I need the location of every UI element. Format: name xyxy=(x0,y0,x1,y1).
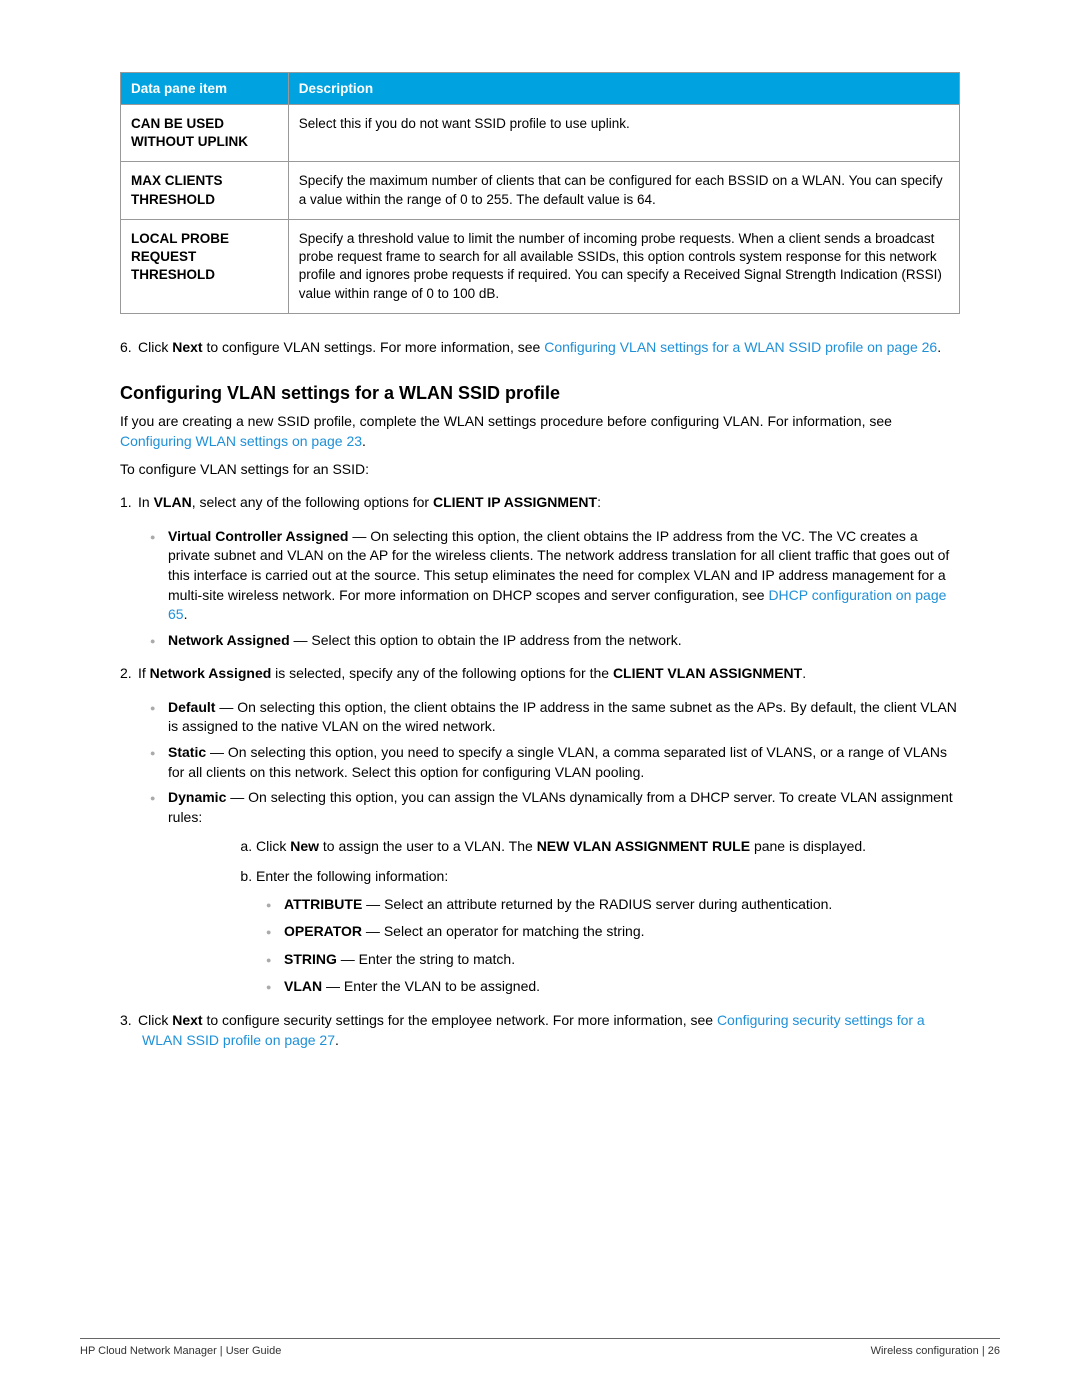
footer-right: Wireless configuration | 26 xyxy=(871,1345,1000,1357)
table-row: LOCAL PROBE REQUEST THRESHOLD Specify a … xyxy=(121,219,960,313)
row-desc: Specify a threshold value to limit the n… xyxy=(288,219,959,313)
step-number: 2. xyxy=(120,664,138,684)
text: On selecting this option, the client obt… xyxy=(168,699,957,735)
section-heading: Configuring VLAN settings for a WLAN SSI… xyxy=(120,383,960,404)
text: Click xyxy=(138,1012,172,1028)
data-pane-table: Data pane item Description CAN BE USED W… xyxy=(120,72,960,314)
list-item: Virtual Controller Assigned — On selecti… xyxy=(168,527,960,625)
text: Select this option to obtain the IP addr… xyxy=(311,632,681,648)
text: If you are creating a new SSID profile, … xyxy=(120,413,892,429)
row-desc: Specify the maximum number of clients th… xyxy=(288,162,959,219)
bold-text: ATTRIBUTE xyxy=(284,896,362,912)
bold-text: Dynamic xyxy=(168,789,226,805)
list-item: Dynamic — On selecting this option, you … xyxy=(168,788,960,997)
document-page: Data pane item Description CAN BE USED W… xyxy=(0,0,1080,1397)
text: Select an attribute returned by the RADI… xyxy=(384,896,832,912)
list-item: ATTRIBUTE — Select an attribute returned… xyxy=(284,895,960,915)
text: to configure VLAN settings. For more inf… xyxy=(203,339,545,355)
list-item: OPERATOR — Select an operator for matchi… xyxy=(284,922,960,942)
text: — xyxy=(348,528,370,544)
row-desc: Select this if you do not want SSID prof… xyxy=(288,105,959,162)
step-6: 6.Click Next to configure VLAN settings.… xyxy=(142,338,960,358)
bold-text: Virtual Controller Assigned xyxy=(168,528,348,544)
sub-step-b: Enter the following information: ATTRIBU… xyxy=(256,867,960,997)
attribute-list: ATTRIBUTE — Select an attribute returned… xyxy=(256,895,960,997)
text: . xyxy=(937,339,941,355)
cross-ref-link[interactable]: Configuring WLAN settings on page 23 xyxy=(120,433,362,449)
step-number: 6. xyxy=(120,338,138,358)
step-number: 3. xyxy=(120,1011,138,1031)
text: — xyxy=(206,744,228,760)
cross-ref-link[interactable]: Configuring VLAN settings for a WLAN SSI… xyxy=(544,339,937,355)
bold-text: Static xyxy=(168,744,206,760)
text: Enter the string to match. xyxy=(359,951,515,967)
text: pane is displayed. xyxy=(750,838,866,854)
text: . xyxy=(802,665,806,681)
text: — xyxy=(215,699,237,715)
bold-text: CLIENT VLAN ASSIGNMENT xyxy=(613,665,802,681)
bold-text: Next xyxy=(172,1012,202,1028)
step-3: 3.Click Next to configure security setti… xyxy=(142,1011,960,1050)
text: — xyxy=(290,632,312,648)
table-row: CAN BE USED WITHOUT UPLINK Select this i… xyxy=(121,105,960,162)
list-item: STRING — Enter the string to match. xyxy=(284,950,960,970)
step2-bullets: Default — On selecting this option, the … xyxy=(120,698,960,997)
step-1: 1.In VLAN, select any of the following o… xyxy=(142,493,960,513)
text: On selecting this option, you need to sp… xyxy=(168,744,947,780)
text: : xyxy=(597,494,601,510)
text: . xyxy=(362,433,366,449)
text: — xyxy=(226,789,248,805)
text: , select any of the following options fo… xyxy=(192,494,433,510)
bold-text: Network Assigned xyxy=(168,632,290,648)
text: On selecting this option, you can assign… xyxy=(168,789,953,825)
list-item: Default — On selecting this option, the … xyxy=(168,698,960,737)
list-item: Static — On selecting this option, you n… xyxy=(168,743,960,782)
text: Enter the following information: xyxy=(256,868,448,884)
text: If xyxy=(138,665,150,681)
table-header-item: Data pane item xyxy=(121,73,289,105)
list-item: Network Assigned — Select this option to… xyxy=(168,631,960,651)
text: In xyxy=(138,494,154,510)
page-footer: HP Cloud Network Manager | User Guide Wi… xyxy=(80,1338,1000,1357)
step-number: 1. xyxy=(120,493,138,513)
footer-left: HP Cloud Network Manager | User Guide xyxy=(80,1345,281,1357)
row-label: CAN BE USED WITHOUT UPLINK xyxy=(121,105,289,162)
bold-text: VLAN xyxy=(154,494,192,510)
text: — xyxy=(322,978,344,994)
text: — xyxy=(337,951,359,967)
step1-bullets: Virtual Controller Assigned — On selecti… xyxy=(120,527,960,651)
bold-text: OPERATOR xyxy=(284,923,362,939)
bold-text: CLIENT IP ASSIGNMENT xyxy=(433,494,597,510)
bold-text: New xyxy=(290,838,319,854)
sub-steps: Click New to assign the user to a VLAN. … xyxy=(168,837,960,997)
sub-step-a: Click New to assign the user to a VLAN. … xyxy=(256,837,960,857)
text: — xyxy=(362,923,384,939)
text: is selected, specify any of the followin… xyxy=(271,665,613,681)
text: — xyxy=(362,896,384,912)
bold-text: Default xyxy=(168,699,215,715)
text: Click xyxy=(256,838,290,854)
list-item: VLAN — Enter the VLAN to be assigned. xyxy=(284,977,960,997)
text: . xyxy=(335,1032,339,1048)
bold-text: Next xyxy=(172,339,202,355)
text: Enter the VLAN to be assigned. xyxy=(344,978,540,994)
text: to configure security settings for the e… xyxy=(203,1012,717,1028)
bold-text: STRING xyxy=(284,951,337,967)
text: to assign the user to a VLAN. The xyxy=(319,838,537,854)
bold-text: VLAN xyxy=(284,978,322,994)
row-label: LOCAL PROBE REQUEST THRESHOLD xyxy=(121,219,289,313)
text: . xyxy=(184,606,188,622)
bold-text: NEW VLAN ASSIGNMENT RULE xyxy=(537,838,750,854)
intro-paragraph-2: To configure VLAN settings for an SSID: xyxy=(120,460,960,480)
bold-text: Network Assigned xyxy=(150,665,272,681)
row-label: MAX CLIENTS THRESHOLD xyxy=(121,162,289,219)
text: Select an operator for matching the stri… xyxy=(384,923,645,939)
text: Click xyxy=(138,339,172,355)
table-row: MAX CLIENTS THRESHOLD Specify the maximu… xyxy=(121,162,960,219)
intro-paragraph: If you are creating a new SSID profile, … xyxy=(120,412,960,451)
step-2: 2.If Network Assigned is selected, speci… xyxy=(142,664,960,684)
table-header-desc: Description xyxy=(288,73,959,105)
